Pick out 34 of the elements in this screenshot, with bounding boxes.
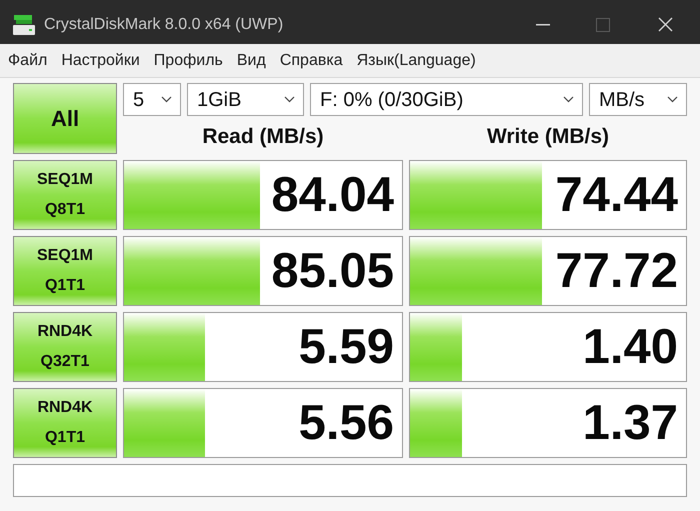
app-icon (12, 14, 36, 36)
menu-item[interactable]: Файл (1, 48, 54, 72)
test-button[interactable]: RND4K Q32T1 (13, 312, 117, 382)
menu-item[interactable]: Вид (230, 48, 273, 72)
result-value: 1.40 (582, 322, 678, 372)
menu-item[interactable]: Язык(Language) (350, 48, 483, 72)
result-value: 5.56 (298, 398, 394, 448)
column-header: Write (MB/s) (486, 124, 610, 150)
close-icon[interactable] (658, 17, 673, 32)
chevron-icon (161, 96, 172, 103)
result-value: 5.59 (298, 322, 394, 372)
result-value: 77.72 (555, 246, 678, 296)
chevron-icon (563, 96, 574, 103)
test-button[interactable]: SEQ1M Q1T1 (13, 236, 117, 306)
dropdown[interactable]: 5 (123, 83, 181, 116)
result-value: 85.05 (271, 246, 394, 296)
menu-item[interactable]: Настройки (54, 48, 147, 72)
comment-field[interactable] (13, 464, 687, 497)
chevron-icon (667, 96, 678, 103)
menu-item[interactable]: Справка (272, 48, 350, 72)
test-button[interactable]: RND4K Q1T1 (13, 388, 117, 458)
menu-item[interactable]: Профиль (146, 48, 230, 72)
test-button[interactable]: SEQ1M Q8T1 (13, 160, 117, 230)
all-button[interactable]: All (13, 83, 117, 154)
minimize-icon[interactable] (536, 24, 550, 26)
column-header: Read (MB/s) (202, 124, 324, 150)
result-value: 74.44 (555, 170, 678, 220)
result-value: 1.37 (582, 398, 678, 448)
dropdown[interactable]: 1GiB (187, 83, 304, 116)
chevron-icon (284, 96, 295, 103)
result-value: 84.04 (271, 170, 394, 220)
dropdown[interactable]: F: 0% (0/30GiB) (310, 83, 583, 116)
dropdown[interactable]: MB/s (589, 83, 687, 116)
window-title: CrystalDiskMark 8.0.0 x64 (UWP) (44, 14, 284, 34)
